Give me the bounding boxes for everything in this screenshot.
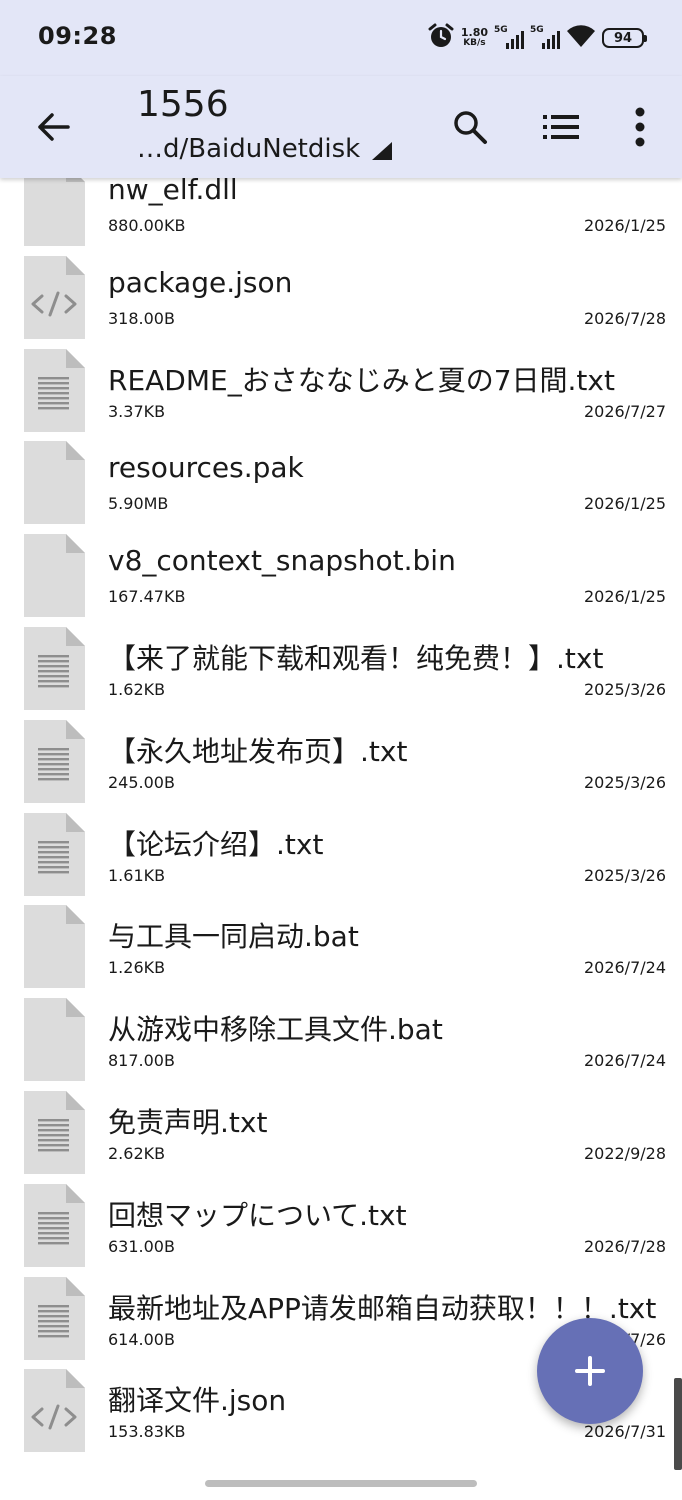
file-size: 1.26KB (108, 958, 166, 978)
list-view-icon (543, 115, 579, 139)
wifi-icon (566, 23, 596, 53)
file-size: 153.83KB (108, 1422, 186, 1442)
signal-bars-icon (506, 31, 524, 49)
file-text-icon (22, 627, 85, 710)
file-name: 【来了就能下载和观看！纯免费！】.txt (108, 642, 604, 675)
list-view-button[interactable] (536, 102, 586, 152)
file-row[interactable]: 回想マップについて.txt 631.00B 2026/7/28 (0, 1183, 682, 1277)
file-name: 【论坛介绍】.txt (108, 827, 324, 861)
file-size: 5.90MB (108, 494, 169, 514)
back-button[interactable] (30, 104, 76, 150)
file-date: 2026/1/25 (583, 587, 666, 607)
speed-unit: KB/s (463, 38, 486, 48)
file-generic-icon (22, 441, 85, 525)
path-dropdown[interactable]: …d/BaiduNetdisk (137, 134, 393, 164)
file-generic-icon (22, 998, 85, 1082)
folder-path: …d/BaiduNetdisk (137, 134, 361, 164)
folder-title: 1556 (137, 84, 229, 125)
file-size: 631.00B (108, 1236, 175, 1256)
file-generic-icon (22, 534, 85, 618)
back-arrow-icon (38, 113, 70, 141)
file-size: 167.47KB (108, 587, 186, 607)
speed-value: 1.80 (460, 26, 488, 39)
file-row[interactable]: 与工具一同启动.bat 1.26KB 2026/7/24 (0, 905, 682, 998)
file-text-icon (22, 348, 85, 432)
file-name: 与工具一同启动.bat (108, 920, 359, 954)
file-name: 免责声明.txt (108, 1106, 268, 1139)
status-icons: 1.80 KB/s 5G 5G 94 (427, 22, 647, 54)
file-size: 245.00B (108, 772, 175, 792)
file-name: resources.pak (108, 451, 304, 485)
file-size: 817.00B (108, 1051, 175, 1071)
file-name: package.json (108, 265, 293, 299)
alarm-icon (427, 22, 455, 54)
file-name: README_おさななじみと夏の7日間.txt (108, 363, 615, 397)
file-name: 从游戏中移除工具文件.bat (108, 1013, 443, 1047)
scrollbar-thumb[interactable] (674, 1378, 682, 1470)
file-date: 2026/7/24 (583, 958, 666, 978)
file-date: 2026/7/28 (583, 1236, 666, 1256)
file-date: 2022/9/28 (583, 1144, 666, 1163)
file-name: 翻译文件.json (108, 1384, 287, 1418)
more-options-button[interactable] (615, 102, 665, 152)
file-row[interactable]: nw_elf.dll 880.00KB 2026/1/25 (0, 178, 682, 256)
file-text-icon (22, 1183, 85, 1267)
dropdown-triangle-icon (372, 142, 393, 160)
file-size: 1.61KB (108, 865, 166, 885)
file-name: nw_elf.dll (108, 178, 238, 206)
add-icon (575, 1356, 605, 1386)
file-date: 2026/7/24 (583, 1051, 666, 1071)
file-name: 【永久地址发布页】.txt (108, 734, 408, 768)
battery-indicator: 94 (602, 28, 647, 48)
file-row[interactable]: 免责声明.txt 2.62KB 2022/9/28 (0, 1091, 682, 1184)
more-vert-icon (635, 107, 645, 147)
file-row[interactable]: package.json 318.00B 2026/7/28 (0, 255, 682, 349)
file-date: 2026/7/31 (583, 1422, 666, 1442)
status-bar: 09:28 1.80 KB/s 5G 5G 94 (0, 0, 682, 76)
file-row[interactable]: v8_context_snapshot.bin 167.47KB 2026/1/25 (0, 534, 682, 627)
search-icon (454, 111, 487, 144)
file-size: 318.00B (108, 308, 175, 328)
file-text-icon (22, 719, 85, 803)
file-text-icon (22, 1091, 85, 1174)
file-generic-icon (22, 178, 85, 246)
file-size: 3.37KB (108, 401, 166, 421)
file-name: 回想マップについて.txt (108, 1198, 407, 1232)
file-row[interactable]: README_おさななじみと夏の7日間.txt 3.37KB 2026/7/27 (0, 348, 682, 442)
file-size: 614.00B (108, 1329, 175, 1349)
file-list[interactable]: nw_elf.dll 880.00KB 2026/1/25 package.json 3… (0, 178, 682, 1478)
add-fab-button[interactable] (537, 1318, 643, 1424)
file-size: 880.00KB (108, 216, 186, 235)
search-button[interactable] (445, 102, 495, 152)
signal-bars-icon (542, 31, 560, 49)
home-indicator[interactable] (205, 1480, 477, 1487)
file-size: 2.62KB (108, 1144, 166, 1163)
file-text-icon (22, 812, 85, 896)
file-generic-icon (22, 905, 85, 989)
file-date: 2026/1/25 (583, 216, 666, 235)
file-code-icon (22, 255, 85, 339)
file-text-icon (22, 1276, 85, 1360)
signal-5g-1: 5G (494, 25, 524, 51)
file-code-icon (22, 1369, 85, 1453)
file-date: 2025/3/26 (583, 865, 666, 885)
file-row[interactable]: 【论坛介绍】.txt 1.61KB 2025/3/26 (0, 812, 682, 906)
status-time: 09:28 (38, 22, 117, 50)
file-date: 2025/3/26 (583, 680, 666, 699)
file-size: 1.62KB (108, 680, 166, 699)
signal-5g-2: 5G (530, 25, 560, 51)
file-row[interactable]: 从游戏中移除工具文件.bat 817.00B 2026/7/24 (0, 998, 682, 1091)
file-row[interactable]: 【永久地址发布页】.txt 245.00B 2025/3/26 (0, 719, 682, 813)
file-date: 2026/1/25 (583, 494, 666, 514)
file-date: 2026/7/27 (583, 401, 666, 421)
file-row[interactable]: 【来了就能下载和观看！纯免费！】.txt 1.62KB 2025/3/26 (0, 627, 682, 720)
file-date: 2025/3/26 (583, 772, 666, 792)
network-speed: 1.80 KB/s (461, 27, 488, 49)
file-name: v8_context_snapshot.bin (108, 544, 456, 578)
app-toolbar: 1556 …d/BaiduNetdisk (0, 76, 682, 178)
file-date: 2026/7/28 (583, 308, 666, 328)
file-row[interactable]: resources.pak 5.90MB 2026/1/25 (0, 441, 682, 534)
